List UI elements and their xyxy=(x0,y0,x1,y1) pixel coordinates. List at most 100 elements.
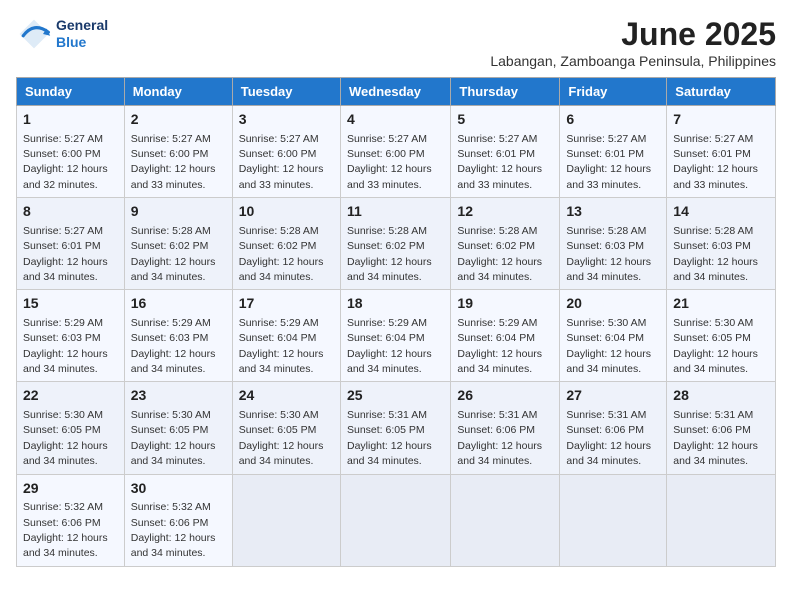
day-info: Sunrise: 5:28 AMSunset: 6:02 PMDaylight:… xyxy=(131,225,216,283)
day-info: Sunrise: 5:27 AMSunset: 6:01 PMDaylight:… xyxy=(673,133,758,191)
day-number: 25 xyxy=(347,386,444,406)
day-number: 26 xyxy=(457,386,553,406)
header-thursday: Thursday xyxy=(451,78,560,106)
day-info: Sunrise: 5:29 AMSunset: 6:04 PMDaylight:… xyxy=(457,317,542,375)
logo-text: General Blue xyxy=(56,17,108,51)
title-area: June 2025 Labangan, Zamboanga Peninsula,… xyxy=(490,16,776,69)
day-info: Sunrise: 5:30 AMSunset: 6:05 PMDaylight:… xyxy=(131,409,216,467)
calendar-day-cell xyxy=(560,474,667,566)
calendar-day-cell: 14 Sunrise: 5:28 AMSunset: 6:03 PMDaylig… xyxy=(667,198,776,290)
day-info: Sunrise: 5:27 AMSunset: 6:01 PMDaylight:… xyxy=(23,225,108,283)
day-number: 18 xyxy=(347,294,444,314)
day-info: Sunrise: 5:30 AMSunset: 6:05 PMDaylight:… xyxy=(673,317,758,375)
calendar-day-cell: 19 Sunrise: 5:29 AMSunset: 6:04 PMDaylig… xyxy=(451,290,560,382)
calendar-day-cell: 26 Sunrise: 5:31 AMSunset: 6:06 PMDaylig… xyxy=(451,382,560,474)
day-number: 27 xyxy=(566,386,660,406)
day-info: Sunrise: 5:28 AMSunset: 6:02 PMDaylight:… xyxy=(239,225,324,283)
day-info: Sunrise: 5:27 AMSunset: 6:00 PMDaylight:… xyxy=(347,133,432,191)
calendar-week-row: 29 Sunrise: 5:32 AMSunset: 6:06 PMDaylig… xyxy=(17,474,776,566)
header-sunday: Sunday xyxy=(17,78,125,106)
calendar-day-cell: 13 Sunrise: 5:28 AMSunset: 6:03 PMDaylig… xyxy=(560,198,667,290)
calendar-day-cell: 18 Sunrise: 5:29 AMSunset: 6:04 PMDaylig… xyxy=(340,290,450,382)
calendar-day-cell: 27 Sunrise: 5:31 AMSunset: 6:06 PMDaylig… xyxy=(560,382,667,474)
day-info: Sunrise: 5:27 AMSunset: 6:01 PMDaylight:… xyxy=(457,133,542,191)
calendar-day-cell: 10 Sunrise: 5:28 AMSunset: 6:02 PMDaylig… xyxy=(232,198,340,290)
day-info: Sunrise: 5:30 AMSunset: 6:05 PMDaylight:… xyxy=(239,409,324,467)
calendar-day-cell: 17 Sunrise: 5:29 AMSunset: 6:04 PMDaylig… xyxy=(232,290,340,382)
day-number: 4 xyxy=(347,110,444,130)
day-number: 15 xyxy=(23,294,118,314)
day-number: 7 xyxy=(673,110,769,130)
calendar-week-row: 22 Sunrise: 5:30 AMSunset: 6:05 PMDaylig… xyxy=(17,382,776,474)
day-number: 20 xyxy=(566,294,660,314)
calendar-day-cell: 15 Sunrise: 5:29 AMSunset: 6:03 PMDaylig… xyxy=(17,290,125,382)
day-number: 24 xyxy=(239,386,334,406)
calendar-day-cell: 24 Sunrise: 5:30 AMSunset: 6:05 PMDaylig… xyxy=(232,382,340,474)
header-monday: Monday xyxy=(124,78,232,106)
day-info: Sunrise: 5:31 AMSunset: 6:05 PMDaylight:… xyxy=(347,409,432,467)
calendar-day-cell xyxy=(667,474,776,566)
calendar-day-cell xyxy=(451,474,560,566)
calendar-day-cell: 21 Sunrise: 5:30 AMSunset: 6:05 PMDaylig… xyxy=(667,290,776,382)
day-info: Sunrise: 5:28 AMSunset: 6:03 PMDaylight:… xyxy=(566,225,651,283)
calendar-day-cell: 22 Sunrise: 5:30 AMSunset: 6:05 PMDaylig… xyxy=(17,382,125,474)
day-number: 29 xyxy=(23,479,118,499)
calendar-day-cell: 20 Sunrise: 5:30 AMSunset: 6:04 PMDaylig… xyxy=(560,290,667,382)
day-info: Sunrise: 5:29 AMSunset: 6:04 PMDaylight:… xyxy=(239,317,324,375)
day-info: Sunrise: 5:29 AMSunset: 6:04 PMDaylight:… xyxy=(347,317,432,375)
calendar-day-cell: 12 Sunrise: 5:28 AMSunset: 6:02 PMDaylig… xyxy=(451,198,560,290)
calendar-day-cell: 3 Sunrise: 5:27 AMSunset: 6:00 PMDayligh… xyxy=(232,106,340,198)
location-label: Labangan, Zamboanga Peninsula, Philippin… xyxy=(490,53,776,69)
day-number: 30 xyxy=(131,479,226,499)
header-wednesday: Wednesday xyxy=(340,78,450,106)
day-info: Sunrise: 5:28 AMSunset: 6:02 PMDaylight:… xyxy=(347,225,432,283)
calendar-day-cell: 11 Sunrise: 5:28 AMSunset: 6:02 PMDaylig… xyxy=(340,198,450,290)
calendar-header-row: Sunday Monday Tuesday Wednesday Thursday… xyxy=(17,78,776,106)
day-info: Sunrise: 5:27 AMSunset: 6:01 PMDaylight:… xyxy=(566,133,651,191)
day-info: Sunrise: 5:29 AMSunset: 6:03 PMDaylight:… xyxy=(23,317,108,375)
calendar-day-cell: 25 Sunrise: 5:31 AMSunset: 6:05 PMDaylig… xyxy=(340,382,450,474)
day-info: Sunrise: 5:31 AMSunset: 6:06 PMDaylight:… xyxy=(673,409,758,467)
logo: General Blue xyxy=(16,16,108,52)
day-info: Sunrise: 5:31 AMSunset: 6:06 PMDaylight:… xyxy=(457,409,542,467)
day-info: Sunrise: 5:28 AMSunset: 6:03 PMDaylight:… xyxy=(673,225,758,283)
calendar-day-cell: 4 Sunrise: 5:27 AMSunset: 6:00 PMDayligh… xyxy=(340,106,450,198)
header-friday: Friday xyxy=(560,78,667,106)
day-info: Sunrise: 5:32 AMSunset: 6:06 PMDaylight:… xyxy=(23,501,108,559)
day-info: Sunrise: 5:32 AMSunset: 6:06 PMDaylight:… xyxy=(131,501,216,559)
calendar-day-cell: 28 Sunrise: 5:31 AMSunset: 6:06 PMDaylig… xyxy=(667,382,776,474)
day-info: Sunrise: 5:30 AMSunset: 6:05 PMDaylight:… xyxy=(23,409,108,467)
calendar-day-cell: 1 Sunrise: 5:27 AMSunset: 6:00 PMDayligh… xyxy=(17,106,125,198)
day-number: 10 xyxy=(239,202,334,222)
calendar-day-cell: 6 Sunrise: 5:27 AMSunset: 6:01 PMDayligh… xyxy=(560,106,667,198)
day-number: 11 xyxy=(347,202,444,222)
calendar-day-cell: 23 Sunrise: 5:30 AMSunset: 6:05 PMDaylig… xyxy=(124,382,232,474)
day-number: 5 xyxy=(457,110,553,130)
day-info: Sunrise: 5:28 AMSunset: 6:02 PMDaylight:… xyxy=(457,225,542,283)
day-info: Sunrise: 5:29 AMSunset: 6:03 PMDaylight:… xyxy=(131,317,216,375)
header-saturday: Saturday xyxy=(667,78,776,106)
day-number: 3 xyxy=(239,110,334,130)
month-year-title: June 2025 xyxy=(490,16,776,53)
day-number: 14 xyxy=(673,202,769,222)
calendar-day-cell: 16 Sunrise: 5:29 AMSunset: 6:03 PMDaylig… xyxy=(124,290,232,382)
day-number: 19 xyxy=(457,294,553,314)
calendar-week-row: 15 Sunrise: 5:29 AMSunset: 6:03 PMDaylig… xyxy=(17,290,776,382)
calendar-day-cell: 8 Sunrise: 5:27 AMSunset: 6:01 PMDayligh… xyxy=(17,198,125,290)
page-header: General Blue June 2025 Labangan, Zamboan… xyxy=(16,16,776,69)
calendar-day-cell: 7 Sunrise: 5:27 AMSunset: 6:01 PMDayligh… xyxy=(667,106,776,198)
day-number: 13 xyxy=(566,202,660,222)
calendar-day-cell: 5 Sunrise: 5:27 AMSunset: 6:01 PMDayligh… xyxy=(451,106,560,198)
day-number: 8 xyxy=(23,202,118,222)
day-info: Sunrise: 5:27 AMSunset: 6:00 PMDaylight:… xyxy=(23,133,108,191)
calendar-day-cell: 30 Sunrise: 5:32 AMSunset: 6:06 PMDaylig… xyxy=(124,474,232,566)
day-number: 28 xyxy=(673,386,769,406)
day-info: Sunrise: 5:27 AMSunset: 6:00 PMDaylight:… xyxy=(239,133,324,191)
logo-icon xyxy=(16,16,52,52)
calendar-day-cell: 9 Sunrise: 5:28 AMSunset: 6:02 PMDayligh… xyxy=(124,198,232,290)
day-number: 23 xyxy=(131,386,226,406)
day-info: Sunrise: 5:27 AMSunset: 6:00 PMDaylight:… xyxy=(131,133,216,191)
day-info: Sunrise: 5:31 AMSunset: 6:06 PMDaylight:… xyxy=(566,409,651,467)
day-number: 9 xyxy=(131,202,226,222)
header-tuesday: Tuesday xyxy=(232,78,340,106)
